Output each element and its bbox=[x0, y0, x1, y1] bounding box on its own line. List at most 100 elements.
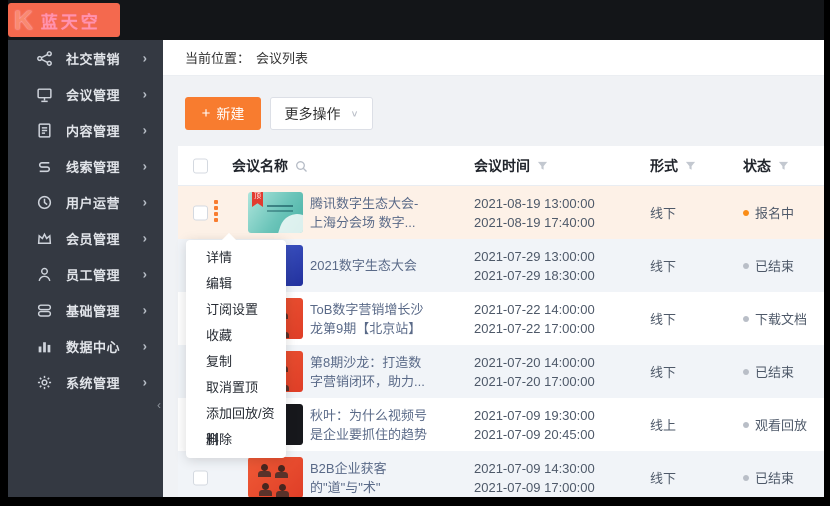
new-button[interactable]: + 新建 bbox=[185, 97, 261, 130]
sidebar-item-leads-management[interactable]: 线索管理 › bbox=[8, 148, 163, 184]
meeting-name-line2: 的"道"与"术" bbox=[310, 479, 381, 495]
meeting-form: 线下 bbox=[650, 206, 677, 221]
sidebar-item-employee-management[interactable]: 员工管理 › bbox=[8, 256, 163, 292]
meeting-name[interactable]: 2021数字生态大会 bbox=[310, 239, 468, 292]
sidebar-item-label: 基础管理 bbox=[66, 303, 121, 319]
chevron-left-icon: ‹ bbox=[157, 398, 161, 412]
brand-name: 蓝天空 bbox=[40, 12, 101, 32]
meeting-form: 线下 bbox=[650, 365, 677, 380]
chevron-right-icon: › bbox=[142, 266, 147, 282]
meeting-time: 2021-07-20 14:00:00 2021-07-20 17:00:00 bbox=[474, 345, 644, 398]
window-frame-bottom bbox=[0, 497, 830, 506]
status-text: 已结束 bbox=[755, 259, 795, 274]
meeting-name-line1: 秋叶：为什么视频号 bbox=[310, 407, 428, 423]
status-dot bbox=[743, 209, 749, 216]
meeting-form: 线下 bbox=[650, 471, 677, 486]
meeting-name-line2: 龙第9期【北京站】 bbox=[310, 320, 422, 336]
meeting-form: 线下 bbox=[650, 312, 677, 327]
row-checkbox[interactable] bbox=[193, 205, 208, 220]
column-header-name: 会议名称 bbox=[232, 146, 308, 186]
form-filter-icon[interactable] bbox=[685, 161, 696, 172]
meeting-time-start: 2021-07-20 14:00:00 bbox=[474, 354, 595, 370]
meeting-time-start: 2021-07-22 14:00:00 bbox=[474, 301, 595, 317]
context-menu-item-favorite[interactable]: 收藏 bbox=[186, 323, 286, 349]
sidebar-item-label: 系统管理 bbox=[66, 375, 121, 391]
sidebar-item-member-management[interactable]: 会员管理 › bbox=[8, 220, 163, 256]
status-filter-icon[interactable] bbox=[778, 161, 789, 172]
status-dot bbox=[743, 368, 749, 375]
sidebar-item-label: 线索管理 bbox=[66, 159, 121, 175]
status-badge: 已结束 bbox=[743, 451, 823, 497]
meeting-time: 2021-07-09 14:30:00 2021-07-09 17:00:00 bbox=[474, 451, 644, 497]
chevron-right-icon: › bbox=[142, 230, 147, 246]
window-frame-right bbox=[824, 0, 830, 506]
meeting-time-end: 2021-08-19 17:40:00 bbox=[474, 214, 595, 230]
sidebar-item-system-management[interactable]: 系统管理 › bbox=[8, 364, 163, 400]
meeting-name-line1: 第8期沙龙：打造数 bbox=[310, 354, 422, 370]
meeting-time-end: 2021-07-22 17:00:00 bbox=[474, 320, 595, 336]
sidebar-item-content-management[interactable]: 内容管理 › bbox=[8, 112, 163, 148]
sidebar-item-social-marketing[interactable]: 社交营销 › bbox=[8, 40, 163, 76]
column-header-name-label: 会议名称 bbox=[232, 158, 288, 174]
meeting-name[interactable]: ToB数字营销增长沙 龙第9期【北京站】 bbox=[310, 292, 468, 345]
time-filter-icon[interactable] bbox=[537, 161, 548, 172]
toolbar: + 新建 更多操作 ∨ bbox=[163, 76, 824, 146]
status-text: 下载文档 bbox=[755, 312, 808, 327]
chevron-right-icon: › bbox=[142, 122, 147, 138]
sidebar-item-label: 数据中心 bbox=[66, 339, 121, 355]
meeting-time-start: 2021-07-09 19:30:00 bbox=[474, 407, 595, 423]
sidebar-item-label: 用户运营 bbox=[66, 195, 121, 211]
context-menu-item-details[interactable]: 详情 bbox=[186, 245, 286, 271]
sidebar-item-meeting-management[interactable]: 会议管理 › bbox=[8, 76, 163, 112]
new-button-label: 新建 bbox=[216, 105, 245, 122]
context-menu-item-unpin[interactable]: 取消置顶 bbox=[186, 375, 286, 401]
status-text: 已结束 bbox=[755, 365, 795, 380]
link-icon bbox=[36, 158, 53, 175]
brand-logo: K 蓝天空 bbox=[8, 3, 120, 37]
search-icon[interactable] bbox=[295, 160, 308, 173]
row-kebab-menu-icon[interactable] bbox=[211, 200, 221, 226]
context-menu: 详情 编辑 订阅设置 收藏 复制 取消置顶 添加回放/资料 删除 bbox=[186, 240, 286, 458]
sidebar-item-user-operation[interactable]: 用户运营 › bbox=[8, 184, 163, 220]
chevron-down-icon: ∨ bbox=[350, 109, 359, 119]
context-menu-item-edit[interactable]: 编辑 bbox=[186, 271, 286, 297]
context-menu-item-copy[interactable]: 复制 bbox=[186, 349, 286, 375]
status-text: 已结束 bbox=[755, 471, 795, 486]
status-badge: 报名中 bbox=[743, 186, 823, 239]
meeting-form: 线下 bbox=[650, 259, 677, 274]
sidebar-item-label: 员工管理 bbox=[66, 267, 121, 283]
crown-icon bbox=[36, 230, 53, 247]
meeting-time: 2021-07-09 19:30:00 2021-07-09 20:45:00 bbox=[474, 398, 644, 451]
clock-icon bbox=[36, 194, 53, 211]
meeting-form: 线上 bbox=[650, 418, 677, 433]
column-header-form-label: 形式 bbox=[650, 158, 678, 174]
meeting-time-start: 2021-07-09 14:30:00 bbox=[474, 460, 595, 476]
plus-icon: + bbox=[201, 105, 211, 122]
sidebar-item-basic-management[interactable]: 基础管理 › bbox=[8, 292, 163, 328]
sidebar-item-label: 内容管理 bbox=[66, 123, 121, 139]
app-window: K 蓝天空 社交营销 › 会议管理 › 内容管理 › 线索管理 › 用户运营 ›… bbox=[0, 0, 830, 506]
context-menu-item-subscription[interactable]: 订阅设置 bbox=[186, 297, 286, 323]
context-menu-item-add-replay[interactable]: 添加回放/资料 bbox=[186, 401, 286, 447]
presentation-icon bbox=[36, 86, 53, 103]
meeting-name[interactable]: 秋叶：为什么视频号 是企业要抓住的趋势 bbox=[310, 398, 468, 451]
table-row[interactable]: 顶 腾讯数字生态大会- 上海分会场 数字... 2021-08-19 13:00… bbox=[178, 186, 824, 239]
column-header-form: 形式 bbox=[650, 146, 696, 186]
meeting-time-end: 2021-07-29 18:30:00 bbox=[474, 267, 595, 283]
meeting-name[interactable]: 第8期沙龙：打造数 字营销闭环，助力... bbox=[310, 345, 468, 398]
meeting-name[interactable]: B2B企业获客 的"道"与"术" bbox=[310, 451, 468, 497]
status-text: 观看回放 bbox=[755, 418, 808, 433]
database-icon bbox=[36, 302, 53, 319]
meeting-name[interactable]: 腾讯数字生态大会- 上海分会场 数字... bbox=[310, 186, 468, 239]
sidebar-item-label: 会员管理 bbox=[66, 231, 121, 247]
sidebar-item-data-center[interactable]: 数据中心 › bbox=[8, 328, 163, 364]
column-header-time-label: 会议时间 bbox=[474, 158, 530, 174]
gear-icon bbox=[36, 374, 53, 391]
document-icon bbox=[36, 122, 53, 139]
select-all-checkbox[interactable] bbox=[193, 158, 208, 173]
pinned-badge: 顶 bbox=[252, 192, 263, 207]
row-checkbox[interactable] bbox=[193, 470, 208, 485]
more-actions-button[interactable]: 更多操作 ∨ bbox=[270, 97, 373, 130]
person-icon bbox=[36, 266, 53, 283]
context-menu-item-delete[interactable]: 删除 bbox=[186, 427, 286, 453]
